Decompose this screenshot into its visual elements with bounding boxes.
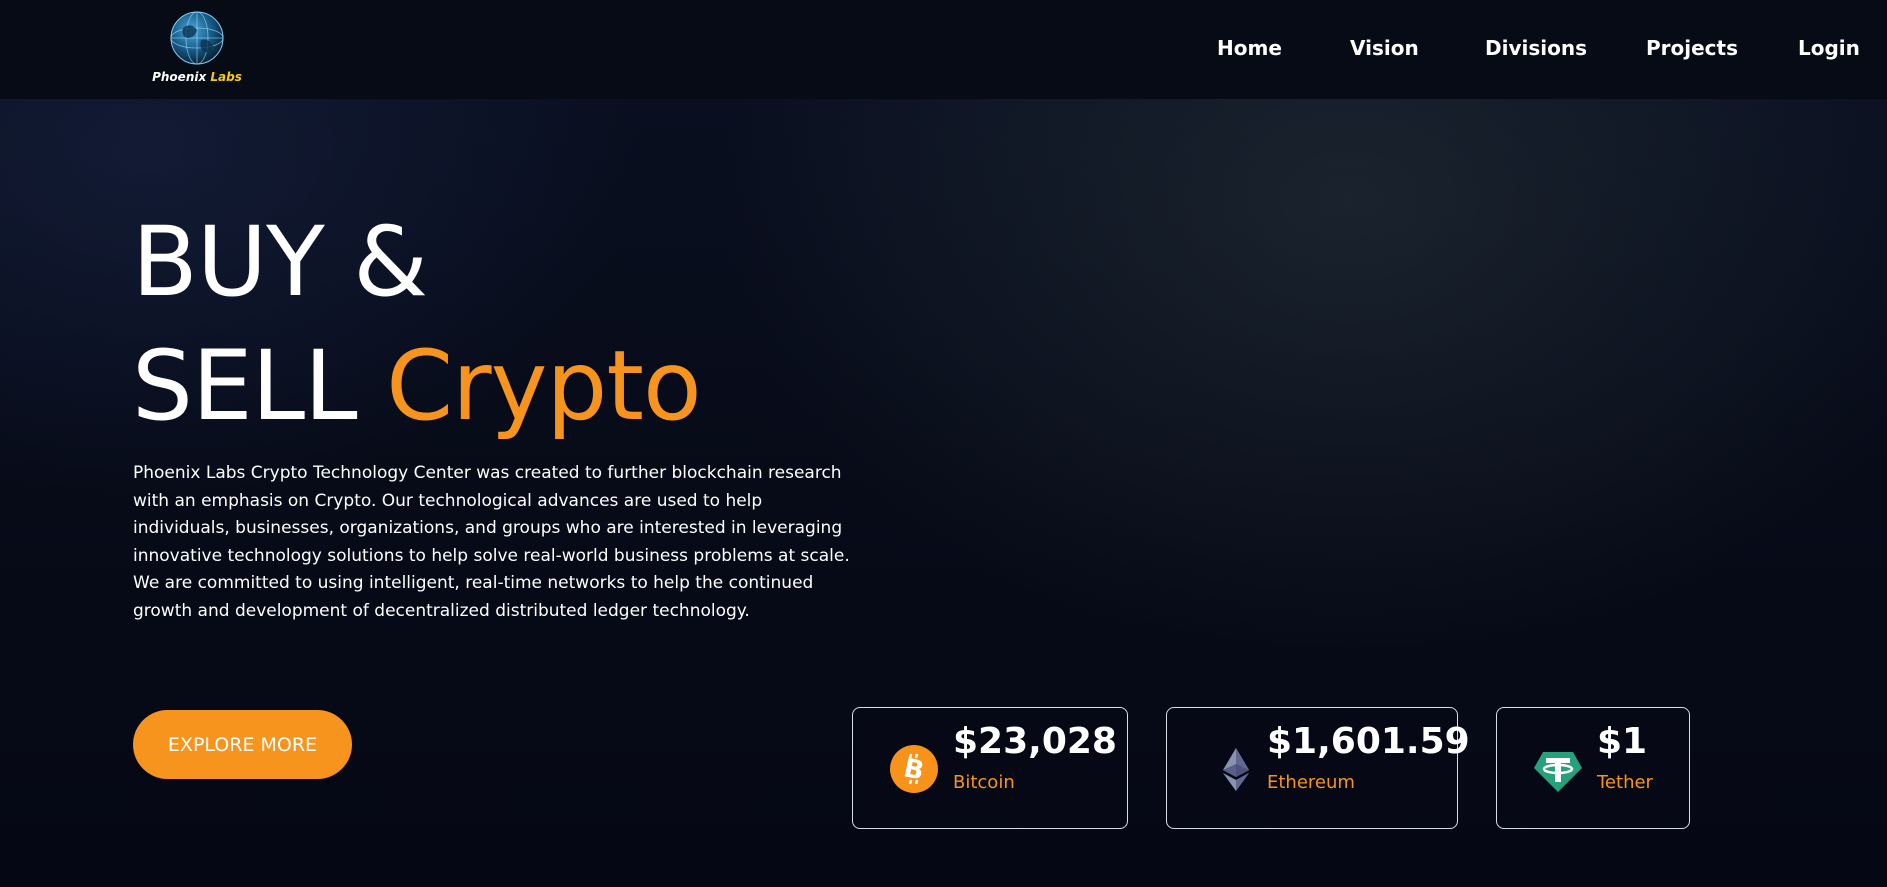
nav-projects[interactable]: Projects [1646, 36, 1738, 60]
hero-title: BUY & SELL Crypto [132, 200, 702, 448]
explore-more-button[interactable]: EXPLORE MORE [133, 710, 352, 779]
hero-title-sell: SELL [132, 330, 358, 442]
price-card-ethereum[interactable]: $1,601.59 Ethereum [1166, 707, 1470, 829]
price-card-tether[interactable]: $1 Tether [1496, 707, 1690, 829]
brand-name: Phoenix Labs [152, 70, 242, 84]
bitcoin-price: $23,028 [953, 721, 1117, 762]
nav-home[interactable]: Home [1217, 36, 1282, 60]
ethereum-icon [1223, 748, 1249, 791]
tether-price: $1 [1597, 721, 1648, 762]
ethereum-name: Ethereum [1267, 772, 1355, 793]
nav-vision[interactable]: Vision [1350, 36, 1419, 60]
hero-description: Phoenix Labs Crypto Technology Center wa… [133, 463, 850, 621]
site-header: Phoenix Labs Home Vision Divisions Proje… [0, 0, 1887, 99]
price-card-bitcoin[interactable]: B $23,028 Bitcoin [852, 707, 1128, 829]
bitcoin-name: Bitcoin [953, 772, 1015, 793]
ethereum-price: $1,601.59 [1267, 721, 1470, 762]
main-nav: Home Vision Divisions Projects Login [0, 36, 1887, 62]
nav-divisions[interactable]: Divisions [1485, 36, 1587, 60]
hero-title-line1: BUY & [132, 206, 428, 318]
bitcoin-icon: B [890, 745, 938, 793]
tether-icon [1534, 752, 1582, 792]
brand-name-part2: Labs [210, 70, 242, 84]
hero-title-crypto: Crypto [386, 330, 702, 442]
brand-name-part1: Phoenix [152, 70, 207, 84]
nav-login[interactable]: Login [1798, 36, 1860, 60]
tether-name: Tether [1597, 772, 1653, 793]
